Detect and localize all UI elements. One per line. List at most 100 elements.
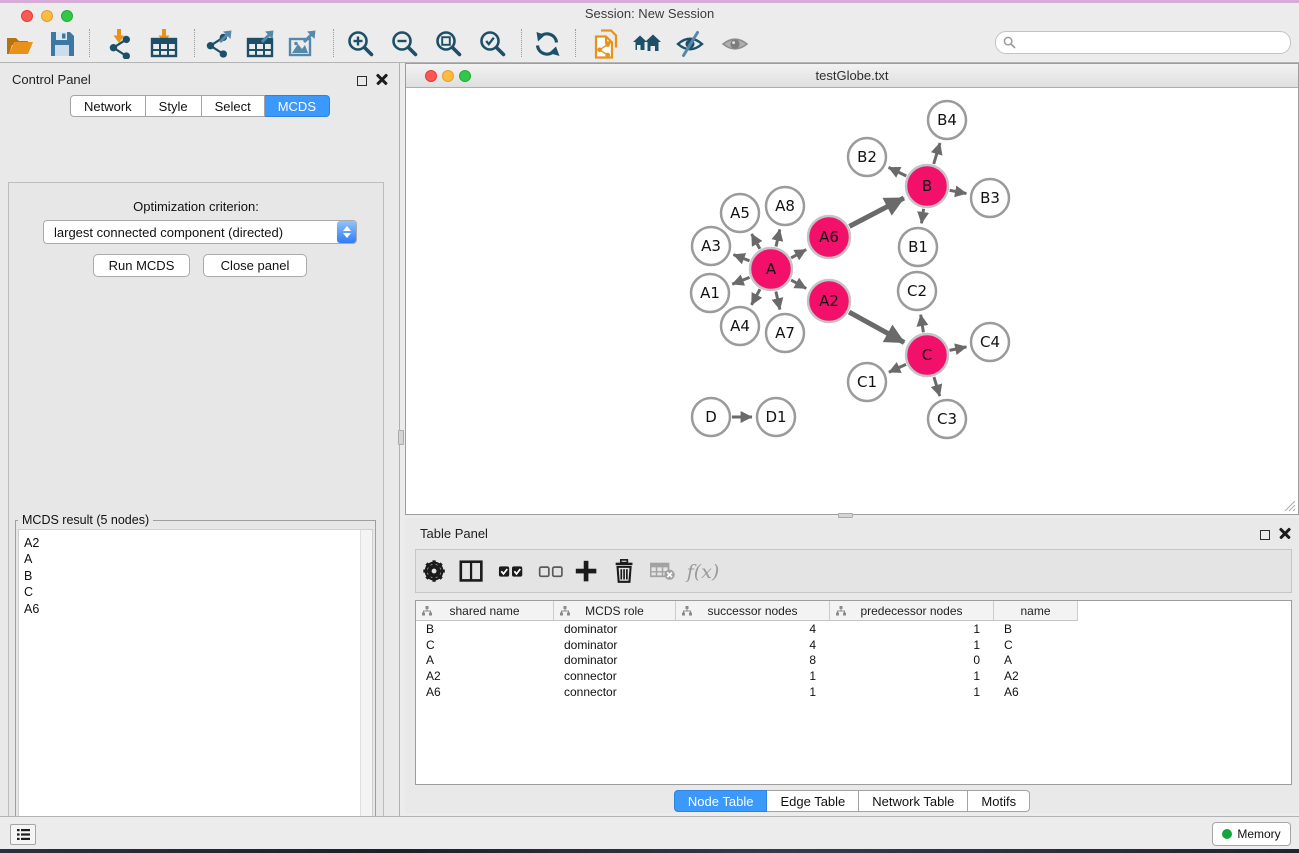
graph-edge-C-C3[interactable]	[934, 377, 940, 396]
table-cell[interactable]: 8	[676, 653, 830, 669]
table-cell[interactable]: 1	[830, 638, 994, 654]
import-network-icon[interactable]	[103, 28, 137, 59]
graph-node-A6[interactable]: A6	[808, 216, 850, 258]
graph-node-B4[interactable]: B4	[928, 101, 966, 139]
table-cell[interactable]: dominator	[554, 622, 676, 638]
tab-network-table[interactable]: Network Table	[859, 790, 968, 812]
table-row-B[interactable]: Bdominator41B	[416, 622, 1078, 638]
graph-edge-B-B1[interactable]	[922, 209, 924, 224]
export-image-icon[interactable]	[286, 28, 320, 59]
deselect-all-icon[interactable]	[536, 558, 568, 586]
table-cell[interactable]: A	[994, 653, 1078, 669]
table-cell[interactable]: 4	[676, 622, 830, 638]
graph-edge-A6-B[interactable]	[849, 198, 904, 226]
zoom-selected-icon[interactable]	[476, 28, 510, 59]
table-row-C[interactable]: Cdominator41C	[416, 638, 1078, 654]
graph-edge-A-A5[interactable]	[752, 234, 760, 249]
table-cell[interactable]: dominator	[554, 638, 676, 654]
table-cell[interactable]: 1	[830, 622, 994, 638]
graph-edge-C-C4[interactable]	[950, 347, 967, 351]
graph-edge-A-A6[interactable]	[791, 250, 806, 258]
graph-node-C[interactable]: C	[906, 334, 948, 376]
graph-node-A5[interactable]: A5	[721, 194, 759, 232]
tab-motifs[interactable]: Motifs	[968, 790, 1030, 812]
graph-node-C1[interactable]: C1	[848, 363, 886, 401]
tab-select[interactable]: Select	[202, 95, 265, 117]
network-window-title-bar[interactable]: testGlobe.txt	[406, 64, 1298, 88]
mcds-result-item[interactable]: A2	[19, 535, 372, 551]
table-cell[interactable]: 1	[676, 685, 830, 701]
float-table-panel-button[interactable]	[1260, 527, 1270, 545]
result-scrollbar[interactable]	[360, 530, 372, 850]
table-row-A6[interactable]: A6connector11A6	[416, 685, 1078, 701]
column-header-MCDS-role[interactable]: MCDS role	[554, 601, 676, 621]
table-cell[interactable]: 1	[830, 685, 994, 701]
save-icon[interactable]	[45, 28, 79, 59]
float-control-panel-button[interactable]	[357, 73, 367, 91]
graph-node-A2[interactable]: A2	[808, 280, 850, 322]
tab-mcds[interactable]: MCDS	[265, 95, 330, 117]
memory-button[interactable]: Memory	[1212, 822, 1291, 846]
table-cell[interactable]: C	[416, 638, 554, 654]
tab-node-table[interactable]: Node Table	[674, 790, 768, 812]
graph-node-A3[interactable]: A3	[692, 227, 730, 265]
table-cell[interactable]: C	[994, 638, 1078, 654]
function-icon[interactable]: f(x)	[687, 558, 719, 586]
column-header-successor-nodes[interactable]: successor nodes	[676, 601, 830, 621]
run-mcds-button[interactable]: Run MCDS	[93, 254, 190, 277]
zoom-network-window-button[interactable]	[459, 70, 471, 82]
clone-network-icon[interactable]	[589, 28, 623, 59]
tab-edge-table[interactable]: Edge Table	[767, 790, 859, 812]
graph-node-B3[interactable]: B3	[971, 179, 1009, 217]
tab-style[interactable]: Style	[146, 95, 202, 117]
graph-edge-B-B4[interactable]	[934, 143, 940, 164]
column-header-shared-name[interactable]: shared name	[416, 601, 554, 621]
graph-edge-A-A7[interactable]	[776, 292, 780, 310]
session-title-bar[interactable]: Session: New Session	[0, 3, 1299, 24]
table-cell[interactable]: 4	[676, 638, 830, 654]
zoom-out-icon[interactable]	[388, 28, 422, 59]
graph-node-B[interactable]: B	[906, 165, 948, 207]
minimize-network-window-button[interactable]	[442, 70, 454, 82]
mcds-result-item[interactable]: B	[19, 568, 372, 584]
mcds-result-item[interactable]: C	[19, 584, 372, 600]
table-cell[interactable]: 1	[830, 669, 994, 685]
select-all-icon[interactable]	[496, 558, 528, 586]
graph-edge-B-B3[interactable]	[950, 190, 967, 193]
graph-edge-A-A2[interactable]	[791, 280, 806, 288]
search-input[interactable]	[1020, 36, 1290, 50]
show-all-networks-icon[interactable]	[630, 28, 664, 59]
delete-row-icon[interactable]	[609, 558, 641, 586]
search-field[interactable]	[995, 31, 1291, 54]
vertical-splitter-handle[interactable]	[398, 430, 404, 445]
graph-node-A4[interactable]: A4	[721, 307, 759, 345]
graph-edge-B-B2[interactable]	[889, 167, 907, 176]
table-cell[interactable]: 0	[830, 653, 994, 669]
graph-edge-C-C1[interactable]	[889, 364, 906, 372]
zoom-fit-icon[interactable]	[432, 28, 466, 59]
table-cell[interactable]: connector	[554, 669, 676, 685]
export-network-icon[interactable]	[202, 28, 236, 59]
optimization-criterion-select[interactable]: largest connected component (directed)	[43, 220, 357, 244]
graph-node-A8[interactable]: A8	[766, 187, 804, 225]
table-row-A[interactable]: Adominator80A	[416, 653, 1078, 669]
export-table-icon[interactable]	[244, 28, 278, 59]
window-resize-grip[interactable]	[1282, 498, 1296, 512]
table-row-A2[interactable]: A2connector11A2	[416, 669, 1078, 685]
graph-node-C4[interactable]: C4	[971, 323, 1009, 361]
graph-node-A7[interactable]: A7	[766, 314, 804, 352]
network-view-window[interactable]: testGlobe.txt B4B2BB3A8A5A6A3B1AC2A1A2A4…	[405, 63, 1299, 515]
zoom-window-button[interactable]	[61, 10, 73, 22]
graph-node-C2[interactable]: C2	[898, 272, 936, 310]
close-window-button[interactable]	[21, 10, 33, 22]
graph-node-D[interactable]: D	[692, 398, 730, 436]
show-panels-button[interactable]	[10, 824, 36, 845]
tab-network[interactable]: Network	[70, 95, 146, 117]
columns-icon[interactable]	[456, 558, 488, 586]
close-network-window-button[interactable]	[425, 70, 437, 82]
mcds-result-item[interactable]: A6	[19, 601, 372, 617]
table-cell[interactable]: A6	[416, 685, 554, 701]
graph-node-A[interactable]: A	[750, 248, 792, 290]
graph-node-D1[interactable]: D1	[757, 398, 795, 436]
close-control-panel-button[interactable]	[376, 72, 388, 90]
